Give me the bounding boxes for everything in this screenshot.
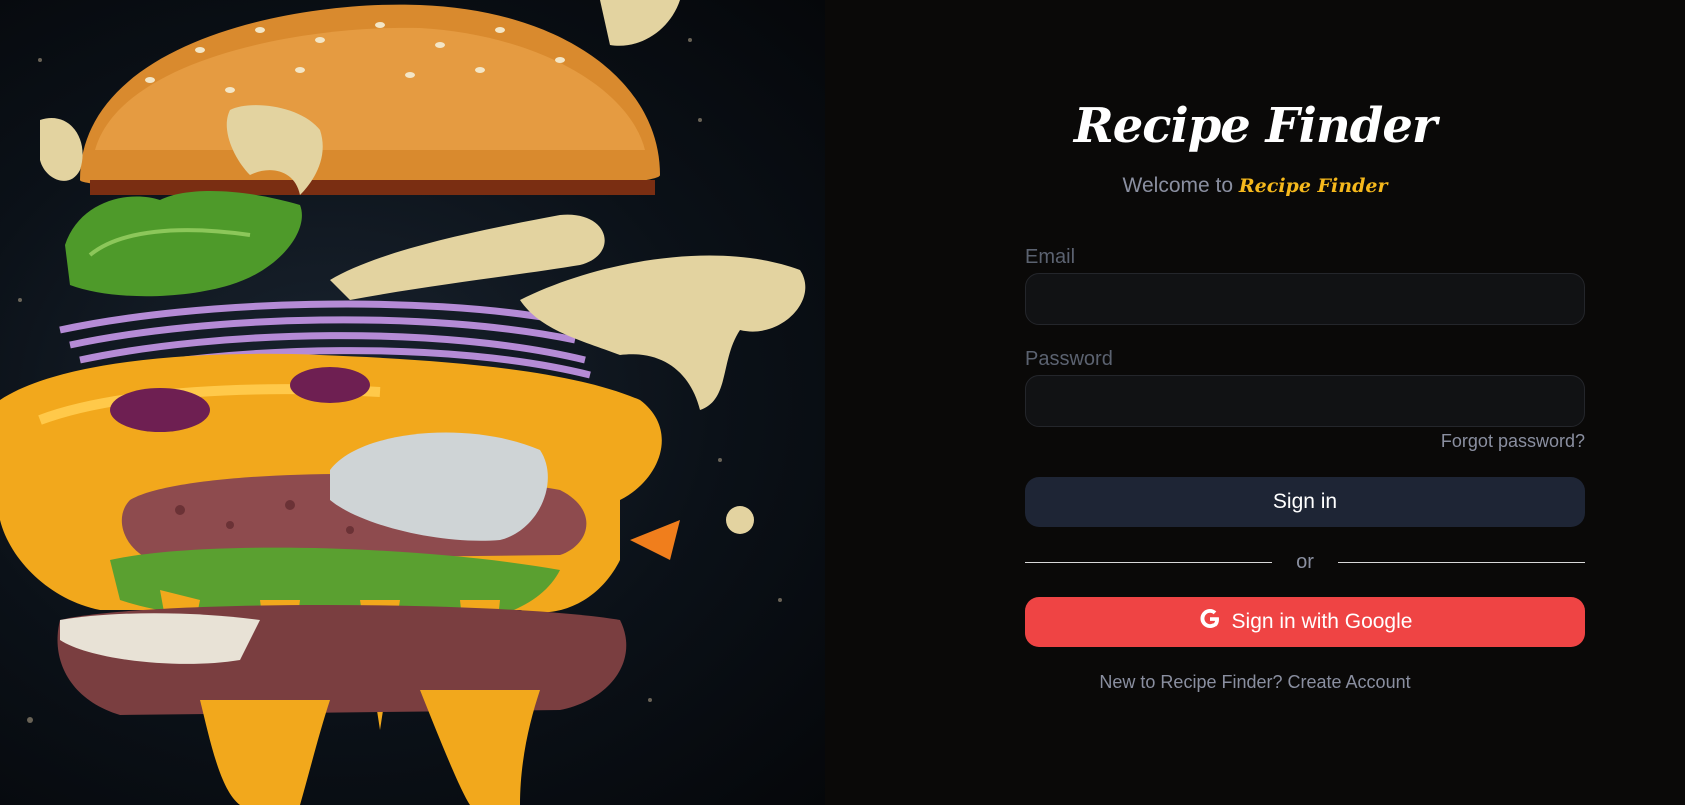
welcome-prefix: Welcome to (1122, 174, 1234, 197)
create-account-prompt[interactable]: New to Recipe Finder? Create Account (825, 672, 1685, 693)
create-account-link[interactable]: Create Account (1288, 672, 1411, 692)
welcome-brand: Recipe Finder (1238, 175, 1388, 197)
password-label: Password (1025, 348, 1113, 370)
forgot-password-link[interactable]: Forgot password? (1441, 431, 1585, 452)
login-panel: Recipe Finder Welcome to Recipe Finder E… (825, 0, 1685, 805)
hero-image (0, 0, 825, 805)
password-field[interactable] (1025, 375, 1585, 427)
brand-logo: Recipe Finder (1073, 98, 1437, 154)
burger-illustration (0, 0, 806, 805)
login-page: Recipe Finder Welcome to Recipe Finder E… (0, 0, 1685, 805)
divider-label: or (1296, 550, 1314, 573)
divider-line-right (1337, 561, 1586, 563)
sign-in-label: Sign in (1272, 490, 1338, 513)
divider-line-left (1025, 561, 1273, 563)
google-sign-in-label: Sign in with Google (1231, 610, 1413, 633)
google-sign-in-button[interactable]: Sign in with Google (1025, 597, 1585, 647)
footer-prompt: New to Recipe Finder? (1099, 672, 1283, 692)
welcome-text: Welcome to Recipe Finder (825, 174, 1685, 198)
google-icon (1198, 607, 1222, 637)
email-field[interactable] (1025, 273, 1585, 325)
or-divider: or (1025, 550, 1586, 573)
sign-in-button[interactable]: Sign in (1025, 477, 1585, 527)
email-label: Email (1025, 246, 1076, 268)
